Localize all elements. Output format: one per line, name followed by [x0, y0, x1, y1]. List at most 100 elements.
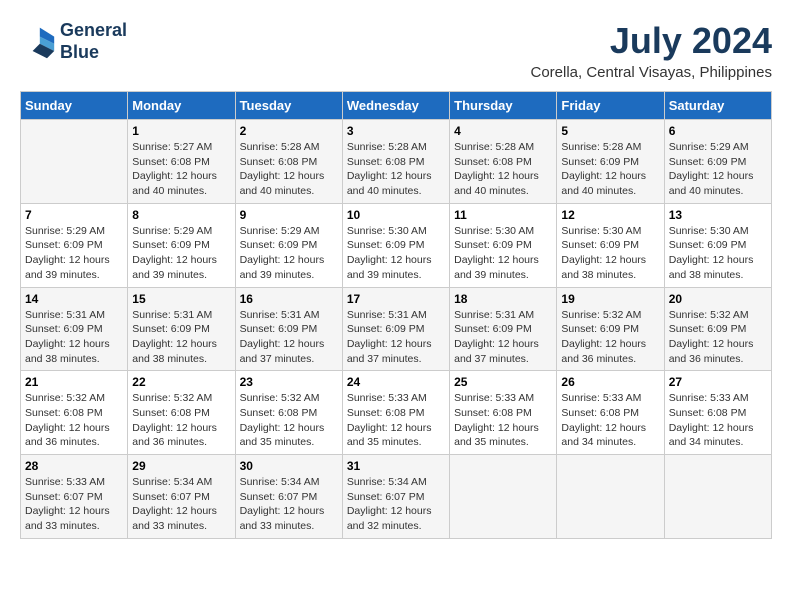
day-number: 26	[561, 375, 659, 389]
calendar-cell: 27 Sunrise: 5:33 AM Sunset: 6:08 PM Dayli…	[664, 371, 771, 455]
calendar-cell: 18 Sunrise: 5:31 AM Sunset: 6:09 PM Dayli…	[450, 287, 557, 371]
calendar-cell: 16Sunrise: 5:31 AM Sunset: 6:09 PM Dayli…	[235, 287, 342, 371]
calendar-cell: 26 Sunrise: 5:33 AM Sunset: 6:08 PM Dayli…	[557, 371, 664, 455]
day-info: Sunrise: 5:31 AM Sunset: 6:09 PM Dayligh…	[347, 308, 445, 367]
day-number: 18	[454, 292, 552, 306]
calendar-cell: 3 Sunrise: 5:28 AM Sunset: 6:08 PM Daylig…	[342, 120, 449, 204]
day-number: 23	[240, 375, 338, 389]
day-info: Sunrise: 5:34 AM Sunset: 6:07 PM Dayligh…	[132, 475, 230, 534]
day-number: 9	[240, 208, 338, 222]
day-info: Sunrise: 5:33 AM Sunset: 6:07 PM Dayligh…	[25, 475, 123, 534]
day-info: Sunrise: 5:33 AM Sunset: 6:08 PM Dayligh…	[669, 391, 767, 450]
calendar-cell: 11Sunrise: 5:30 AM Sunset: 6:09 PM Dayli…	[450, 203, 557, 287]
calendar-week-3: 14 Sunrise: 5:31 AM Sunset: 6:09 PM Dayli…	[21, 287, 772, 371]
calendar-cell: 8 Sunrise: 5:29 AM Sunset: 6:09 PM Daylig…	[128, 203, 235, 287]
calendar-week-1: 1Sunrise: 5:27 AM Sunset: 6:08 PM Daylig…	[21, 120, 772, 204]
day-number: 5	[561, 124, 659, 138]
day-number: 13	[669, 208, 767, 222]
calendar-body: 1Sunrise: 5:27 AM Sunset: 6:08 PM Daylig…	[21, 120, 772, 539]
day-number: 4	[454, 124, 552, 138]
day-number: 1	[132, 124, 230, 138]
calendar-cell: 6 Sunrise: 5:29 AM Sunset: 6:09 PM Daylig…	[664, 120, 771, 204]
calendar-cell: 4 Sunrise: 5:28 AM Sunset: 6:08 PM Daylig…	[450, 120, 557, 204]
day-info: Sunrise: 5:28 AM Sunset: 6:08 PM Dayligh…	[454, 140, 552, 199]
day-number: 20	[669, 292, 767, 306]
day-info: Sunrise: 5:32 AM Sunset: 6:08 PM Dayligh…	[132, 391, 230, 450]
day-number: 6	[669, 124, 767, 138]
day-header-friday: Friday	[557, 92, 664, 120]
calendar-cell: 1Sunrise: 5:27 AM Sunset: 6:08 PM Daylig…	[128, 120, 235, 204]
calendar-cell: 17 Sunrise: 5:31 AM Sunset: 6:09 PM Dayli…	[342, 287, 449, 371]
calendar-cell	[557, 455, 664, 539]
day-number: 27	[669, 375, 767, 389]
day-number: 8	[132, 208, 230, 222]
day-number: 25	[454, 375, 552, 389]
calendar-cell	[450, 455, 557, 539]
calendar-cell: 25 Sunrise: 5:33 AM Sunset: 6:08 PM Dayli…	[450, 371, 557, 455]
calendar-cell: 13 Sunrise: 5:30 AM Sunset: 6:09 PM Dayli…	[664, 203, 771, 287]
day-number: 15	[132, 292, 230, 306]
day-info: Sunrise: 5:29 AM Sunset: 6:09 PM Dayligh…	[669, 140, 767, 199]
calendar-cell: 28Sunrise: 5:33 AM Sunset: 6:07 PM Dayli…	[21, 455, 128, 539]
day-number: 29	[132, 459, 230, 473]
calendar-week-2: 7Sunrise: 5:29 AM Sunset: 6:09 PM Daylig…	[21, 203, 772, 287]
day-info: Sunrise: 5:32 AM Sunset: 6:08 PM Dayligh…	[240, 391, 338, 450]
day-info: Sunrise: 5:30 AM Sunset: 6:09 PM Dayligh…	[561, 224, 659, 283]
day-info: Sunrise: 5:31 AM Sunset: 6:09 PM Dayligh…	[240, 308, 338, 367]
calendar-cell: 10Sunrise: 5:30 AM Sunset: 6:09 PM Dayli…	[342, 203, 449, 287]
day-info: Sunrise: 5:31 AM Sunset: 6:09 PM Dayligh…	[454, 308, 552, 367]
calendar-cell: 20 Sunrise: 5:32 AM Sunset: 6:09 PM Dayli…	[664, 287, 771, 371]
calendar-cell: 30 Sunrise: 5:34 AM Sunset: 6:07 PM Dayli…	[235, 455, 342, 539]
day-info: Sunrise: 5:28 AM Sunset: 6:08 PM Dayligh…	[347, 140, 445, 199]
day-number: 19	[561, 292, 659, 306]
calendar-cell: 14 Sunrise: 5:31 AM Sunset: 6:09 PM Dayli…	[21, 287, 128, 371]
day-info: Sunrise: 5:31 AM Sunset: 6:09 PM Dayligh…	[132, 308, 230, 367]
calendar-header: SundayMondayTuesdayWednesdayThursdayFrid…	[21, 92, 772, 120]
day-header-monday: Monday	[128, 92, 235, 120]
day-info: Sunrise: 5:32 AM Sunset: 6:09 PM Dayligh…	[669, 308, 767, 367]
day-info: Sunrise: 5:34 AM Sunset: 6:07 PM Dayligh…	[240, 475, 338, 534]
day-number: 11	[454, 208, 552, 222]
calendar-cell: 12Sunrise: 5:30 AM Sunset: 6:09 PM Dayli…	[557, 203, 664, 287]
calendar-cell: 19Sunrise: 5:32 AM Sunset: 6:09 PM Dayli…	[557, 287, 664, 371]
day-header-sunday: Sunday	[21, 92, 128, 120]
calendar-cell: 31 Sunrise: 5:34 AM Sunset: 6:07 PM Dayli…	[342, 455, 449, 539]
day-header-thursday: Thursday	[450, 92, 557, 120]
day-info: Sunrise: 5:30 AM Sunset: 6:09 PM Dayligh…	[669, 224, 767, 283]
calendar-cell: 24 Sunrise: 5:33 AM Sunset: 6:08 PM Dayli…	[342, 371, 449, 455]
day-number: 21	[25, 375, 123, 389]
day-header-wednesday: Wednesday	[342, 92, 449, 120]
day-header-tuesday: Tuesday	[235, 92, 342, 120]
day-number: 30	[240, 459, 338, 473]
day-info: Sunrise: 5:28 AM Sunset: 6:09 PM Dayligh…	[561, 140, 659, 199]
day-info: Sunrise: 5:33 AM Sunset: 6:08 PM Dayligh…	[347, 391, 445, 450]
day-info: Sunrise: 5:34 AM Sunset: 6:07 PM Dayligh…	[347, 475, 445, 534]
day-info: Sunrise: 5:29 AM Sunset: 6:09 PM Dayligh…	[132, 224, 230, 283]
day-number: 2	[240, 124, 338, 138]
calendar-week-4: 21 Sunrise: 5:32 AM Sunset: 6:08 PM Dayli…	[21, 371, 772, 455]
day-info: Sunrise: 5:28 AM Sunset: 6:08 PM Dayligh…	[240, 140, 338, 199]
calendar-cell: 22Sunrise: 5:32 AM Sunset: 6:08 PM Dayli…	[128, 371, 235, 455]
page-header: General Blue July 2024 Corella, Central …	[20, 20, 772, 81]
logo-text: General Blue	[60, 20, 127, 63]
day-info: Sunrise: 5:29 AM Sunset: 6:09 PM Dayligh…	[240, 224, 338, 283]
day-info: Sunrise: 5:32 AM Sunset: 6:08 PM Dayligh…	[25, 391, 123, 450]
day-number: 17	[347, 292, 445, 306]
day-info: Sunrise: 5:33 AM Sunset: 6:08 PM Dayligh…	[454, 391, 552, 450]
calendar-cell	[21, 120, 128, 204]
day-info: Sunrise: 5:31 AM Sunset: 6:09 PM Dayligh…	[25, 308, 123, 367]
title-area: July 2024 Corella, Central Visayas, Phil…	[530, 20, 772, 81]
calendar-cell: 21 Sunrise: 5:32 AM Sunset: 6:08 PM Dayli…	[21, 371, 128, 455]
day-number: 31	[347, 459, 445, 473]
day-number: 3	[347, 124, 445, 138]
day-number: 14	[25, 292, 123, 306]
day-info: Sunrise: 5:33 AM Sunset: 6:08 PM Dayligh…	[561, 391, 659, 450]
day-info: Sunrise: 5:29 AM Sunset: 6:09 PM Dayligh…	[25, 224, 123, 283]
calendar-cell: 9 Sunrise: 5:29 AM Sunset: 6:09 PM Daylig…	[235, 203, 342, 287]
calendar-cell: 7Sunrise: 5:29 AM Sunset: 6:09 PM Daylig…	[21, 203, 128, 287]
logo: General Blue	[20, 20, 127, 63]
calendar-week-5: 28Sunrise: 5:33 AM Sunset: 6:07 PM Dayli…	[21, 455, 772, 539]
day-number: 24	[347, 375, 445, 389]
day-header-row: SundayMondayTuesdayWednesdayThursdayFrid…	[21, 92, 772, 120]
month-year-title: July 2024	[530, 20, 772, 62]
